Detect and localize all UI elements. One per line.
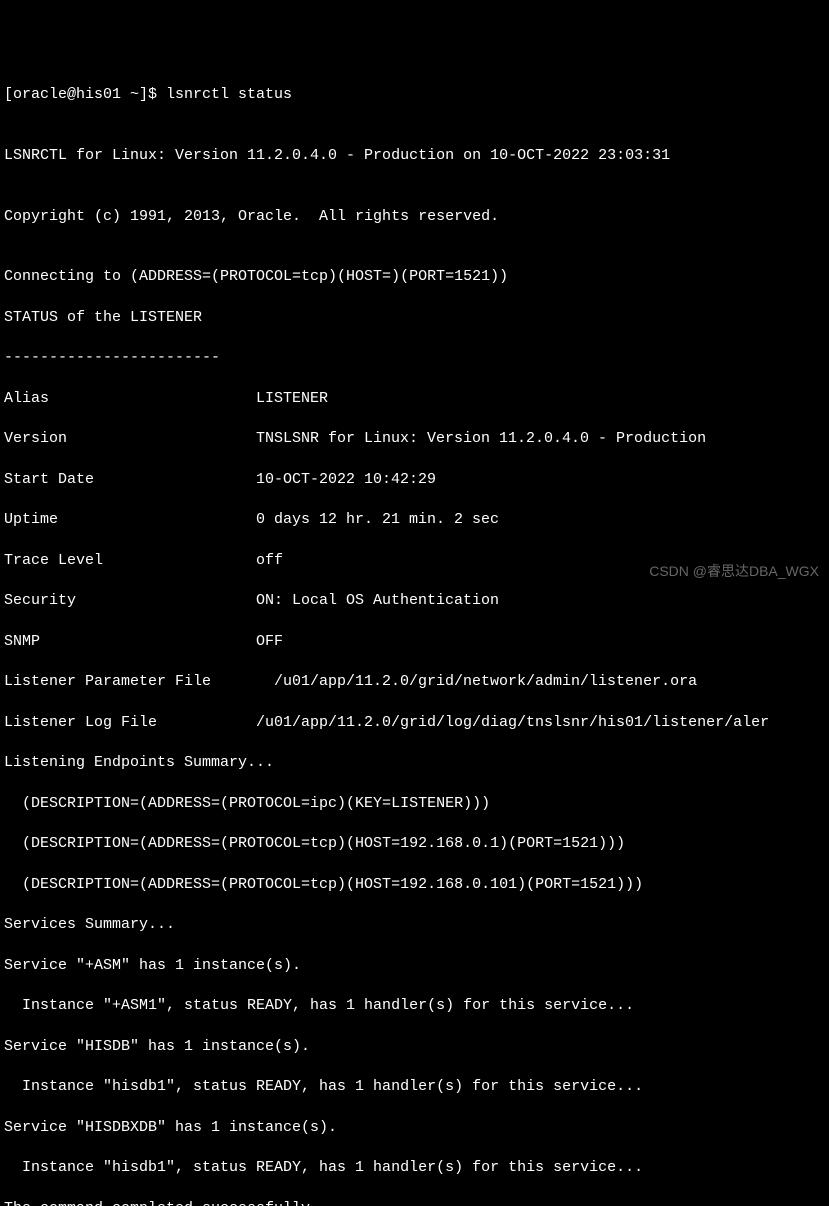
- field-value: /u01/app/11.2.0/grid/network/admin/liste…: [256, 672, 825, 692]
- field-value: 10-OCT-2022 10:42:29: [256, 470, 825, 490]
- endpoint-line: (DESCRIPTION=(ADDRESS=(PROTOCOL=ipc)(KEY…: [4, 794, 825, 814]
- service-line: Service "HISDBXDB" has 1 instance(s).: [4, 1118, 825, 1138]
- completed-line: The command completed successfully: [4, 1199, 825, 1206]
- endpoint-line: (DESCRIPTION=(ADDRESS=(PROTOCOL=tcp)(HOS…: [4, 834, 825, 854]
- field-uptime: Uptime0 days 12 hr. 21 min. 2 sec: [4, 510, 825, 530]
- endpoint-line: (DESCRIPTION=(ADDRESS=(PROTOCOL=tcp)(HOS…: [4, 875, 825, 895]
- instance-line: Instance "hisdb1", status READY, has 1 h…: [4, 1077, 825, 1097]
- field-log-file: Listener Log File/u01/app/11.2.0/grid/lo…: [4, 713, 825, 733]
- field-value: LISTENER: [256, 389, 825, 409]
- field-value: 0 days 12 hr. 21 min. 2 sec: [256, 510, 825, 530]
- shell-prompt: [oracle@his01 ~]$: [4, 86, 166, 103]
- command-text: lsnrctl status: [166, 86, 292, 103]
- field-security: SecurityON: Local OS Authentication: [4, 591, 825, 611]
- field-snmp: SNMPOFF: [4, 632, 825, 652]
- field-label: Listener Log File: [4, 713, 256, 733]
- field-version: VersionTNSLSNR for Linux: Version 11.2.0…: [4, 429, 825, 449]
- field-value: ON: Local OS Authentication: [256, 591, 825, 611]
- field-value: /u01/app/11.2.0/grid/log/diag/tnslsnr/hi…: [256, 713, 825, 733]
- field-start-date: Start Date10-OCT-2022 10:42:29: [4, 470, 825, 490]
- instance-line: Instance "hisdb1", status READY, has 1 h…: [4, 1158, 825, 1178]
- field-label: Uptime: [4, 510, 256, 530]
- field-label: SNMP: [4, 632, 256, 652]
- field-label: Security: [4, 591, 256, 611]
- copyright-line: Copyright (c) 1991, 2013, Oracle. All ri…: [4, 207, 825, 227]
- watermark-text: CSDN @睿思达DBA_WGX: [649, 562, 819, 581]
- divider-line: ------------------------: [4, 348, 825, 368]
- prompt-line[interactable]: [oracle@his01 ~]$ lsnrctl status: [4, 85, 825, 105]
- services-header: Services Summary...: [4, 915, 825, 935]
- field-value: TNSLSNR for Linux: Version 11.2.0.4.0 - …: [256, 429, 825, 449]
- service-line: Service "+ASM" has 1 instance(s).: [4, 956, 825, 976]
- service-line: Service "HISDB" has 1 instance(s).: [4, 1037, 825, 1057]
- banner-line: LSNRCTL for Linux: Version 11.2.0.4.0 - …: [4, 146, 825, 166]
- field-label: Alias: [4, 389, 256, 409]
- field-label: Listener Parameter File: [4, 672, 256, 692]
- field-value: OFF: [256, 632, 825, 652]
- connecting-line: Connecting to (ADDRESS=(PROTOCOL=tcp)(HO…: [4, 267, 825, 287]
- endpoints-header: Listening Endpoints Summary...: [4, 753, 825, 773]
- field-label: Trace Level: [4, 551, 256, 571]
- field-alias: AliasLISTENER: [4, 389, 825, 409]
- field-label: Version: [4, 429, 256, 449]
- field-param-file: Listener Parameter File /u01/app/11.2.0/…: [4, 672, 825, 692]
- instance-line: Instance "+ASM1", status READY, has 1 ha…: [4, 996, 825, 1016]
- field-label: Start Date: [4, 470, 256, 490]
- status-header-line: STATUS of the LISTENER: [4, 308, 825, 328]
